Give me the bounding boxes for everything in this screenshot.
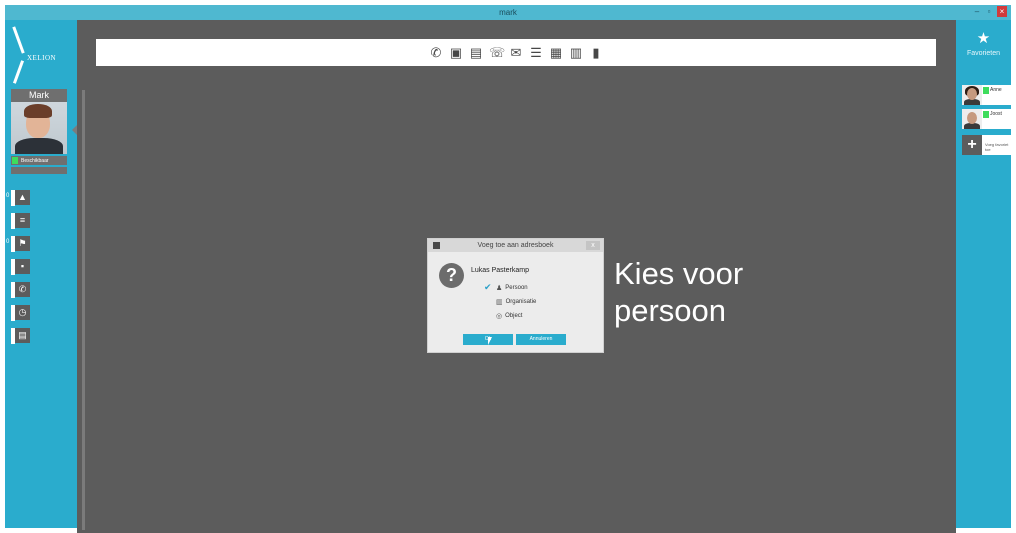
close-button[interactable]: × — [997, 6, 1007, 17]
history-icon[interactable]: ◷ — [15, 305, 30, 320]
list-icon[interactable]: ≡ — [15, 213, 30, 228]
add-to-addressbook-dialog: Voeg toe aan adresboek x ? Lukas Pasterk… — [428, 239, 603, 352]
object-icon: ◎ — [496, 313, 503, 320]
main-toolbar: ✆ ▣ ▤ ☏ ✉ ☰ ▦ ▥ ▮ — [96, 39, 936, 66]
option-object[interactable]: ◎ Object — [496, 312, 522, 320]
nav-count: 0 — [6, 239, 10, 245]
dialog-titlebar: Voeg toe aan adresboek x — [428, 239, 603, 252]
presence-dot — [983, 111, 989, 118]
building-icon: ▥ — [496, 299, 503, 306]
nav-item-contacts[interactable]: ▪ — [5, 259, 35, 275]
nav-item-alerts[interactable]: 0 ▲ — [5, 190, 35, 206]
option-label: Organisatie — [505, 299, 537, 305]
left-nav: 0 ▲ ≡ 0 ⚑ ▪ ✆ ◷ ▤ — [5, 190, 35, 351]
chat-icon[interactable]: ☏ — [489, 45, 505, 61]
status-message-field[interactable] — [11, 167, 67, 174]
logo-wordmark: XELION — [27, 54, 57, 62]
question-icon: ? — [439, 263, 464, 288]
option-person[interactable]: ✔ ♟ Persoon — [484, 282, 528, 292]
collapse-arrow-icon[interactable] — [72, 125, 77, 135]
window-title: mark — [499, 8, 517, 17]
option-label: Object — [505, 313, 523, 319]
nav-item-list[interactable]: ≡ — [5, 213, 35, 229]
window-titlebar: mark – ▫ × — [5, 5, 1011, 20]
avatar — [962, 85, 982, 105]
list-icon[interactable]: ☰ — [529, 45, 543, 61]
panel-splitter[interactable] — [82, 90, 85, 530]
dialog-title: Voeg toe aan adresboek — [477, 242, 554, 249]
grid-icon[interactable]: ▥ — [569, 45, 583, 61]
presence-status[interactable]: Beschikbaar — [11, 156, 67, 165]
calendar-icon[interactable]: ▦ — [549, 45, 563, 61]
calendar-icon[interactable]: ▤ — [15, 328, 30, 343]
favorite-name: Anne — [990, 87, 1002, 93]
bar-chart-icon[interactable]: ▮ — [589, 45, 603, 61]
user-name: Mark — [11, 89, 67, 102]
cancel-button[interactable]: Annuleren — [516, 334, 566, 345]
option-organisation[interactable]: ▥ Organisatie — [496, 298, 536, 306]
nav-item-history[interactable]: ◷ — [5, 305, 35, 321]
favorites-sidebar: ★ Favorieten Anne Joost + Voeg favoriet … — [956, 20, 1011, 528]
address-book-icon[interactable]: ▣ — [449, 45, 463, 61]
check-icon: ✔ — [484, 282, 492, 292]
user-profile[interactable]: Mark Beschikbaar — [11, 89, 71, 181]
logo-mark-bottom — [12, 60, 25, 84]
option-label: Persoon — [505, 285, 528, 291]
phone-icon[interactable]: ✆ — [15, 282, 30, 297]
caption-line-2: persoon — [614, 293, 727, 328]
nav-item-calendar[interactable]: ▤ — [5, 328, 35, 344]
flag-icon[interactable]: ⚑ — [15, 236, 30, 251]
person-icon: ♟ — [496, 285, 503, 292]
favorite-name: Joost — [990, 111, 1002, 117]
contact-name: Lukas Pasterkamp — [471, 267, 529, 274]
conversation-icon[interactable]: ✉ — [509, 45, 523, 61]
nav-item-calls[interactable]: ✆ — [5, 282, 35, 298]
presence-label: Beschikbaar — [21, 157, 49, 164]
add-favorite-label: Voeg favoriet toe — [985, 142, 1009, 152]
add-favorite-button[interactable]: + Voeg favoriet toe — [962, 135, 1011, 155]
left-sidebar: XELION Mark Beschikbaar 0 ▲ ≡ 0 ⚑ ▪ ✆ ◷ … — [5, 20, 77, 528]
minimize-button[interactable]: – — [973, 6, 981, 17]
window-controls: – ▫ × — [973, 6, 1007, 17]
presence-dot — [983, 87, 989, 94]
phone-icon[interactable]: ✆ — [429, 45, 443, 61]
alert-icon[interactable]: ▲ — [15, 190, 30, 205]
favorite-contact[interactable]: Joost — [962, 109, 1011, 129]
presence-dot — [12, 157, 18, 164]
document-icon[interactable]: ▤ — [469, 45, 483, 61]
xelion-logo: XELION — [11, 26, 71, 86]
nav-count: 0 — [6, 193, 10, 199]
instruction-caption: Kies voor persoon — [614, 255, 743, 329]
dialog-close-button[interactable]: x — [586, 241, 600, 250]
star-icon[interactable]: ★ — [956, 29, 1011, 47]
favorites-label: Favorieten — [966, 50, 1001, 57]
avatar — [962, 109, 982, 129]
logo-mark-top — [12, 26, 25, 54]
caption-line-1: Kies voor — [614, 256, 744, 291]
restore-button[interactable]: ▫ — [985, 6, 993, 17]
contact-icon[interactable]: ▪ — [15, 259, 30, 274]
avatar[interactable] — [11, 102, 67, 154]
favorite-contact[interactable]: Anne — [962, 85, 1011, 105]
nav-item-flags[interactable]: 0 ⚑ — [5, 236, 35, 252]
mouse-cursor-icon — [488, 337, 492, 345]
plus-icon: + — [962, 135, 982, 155]
